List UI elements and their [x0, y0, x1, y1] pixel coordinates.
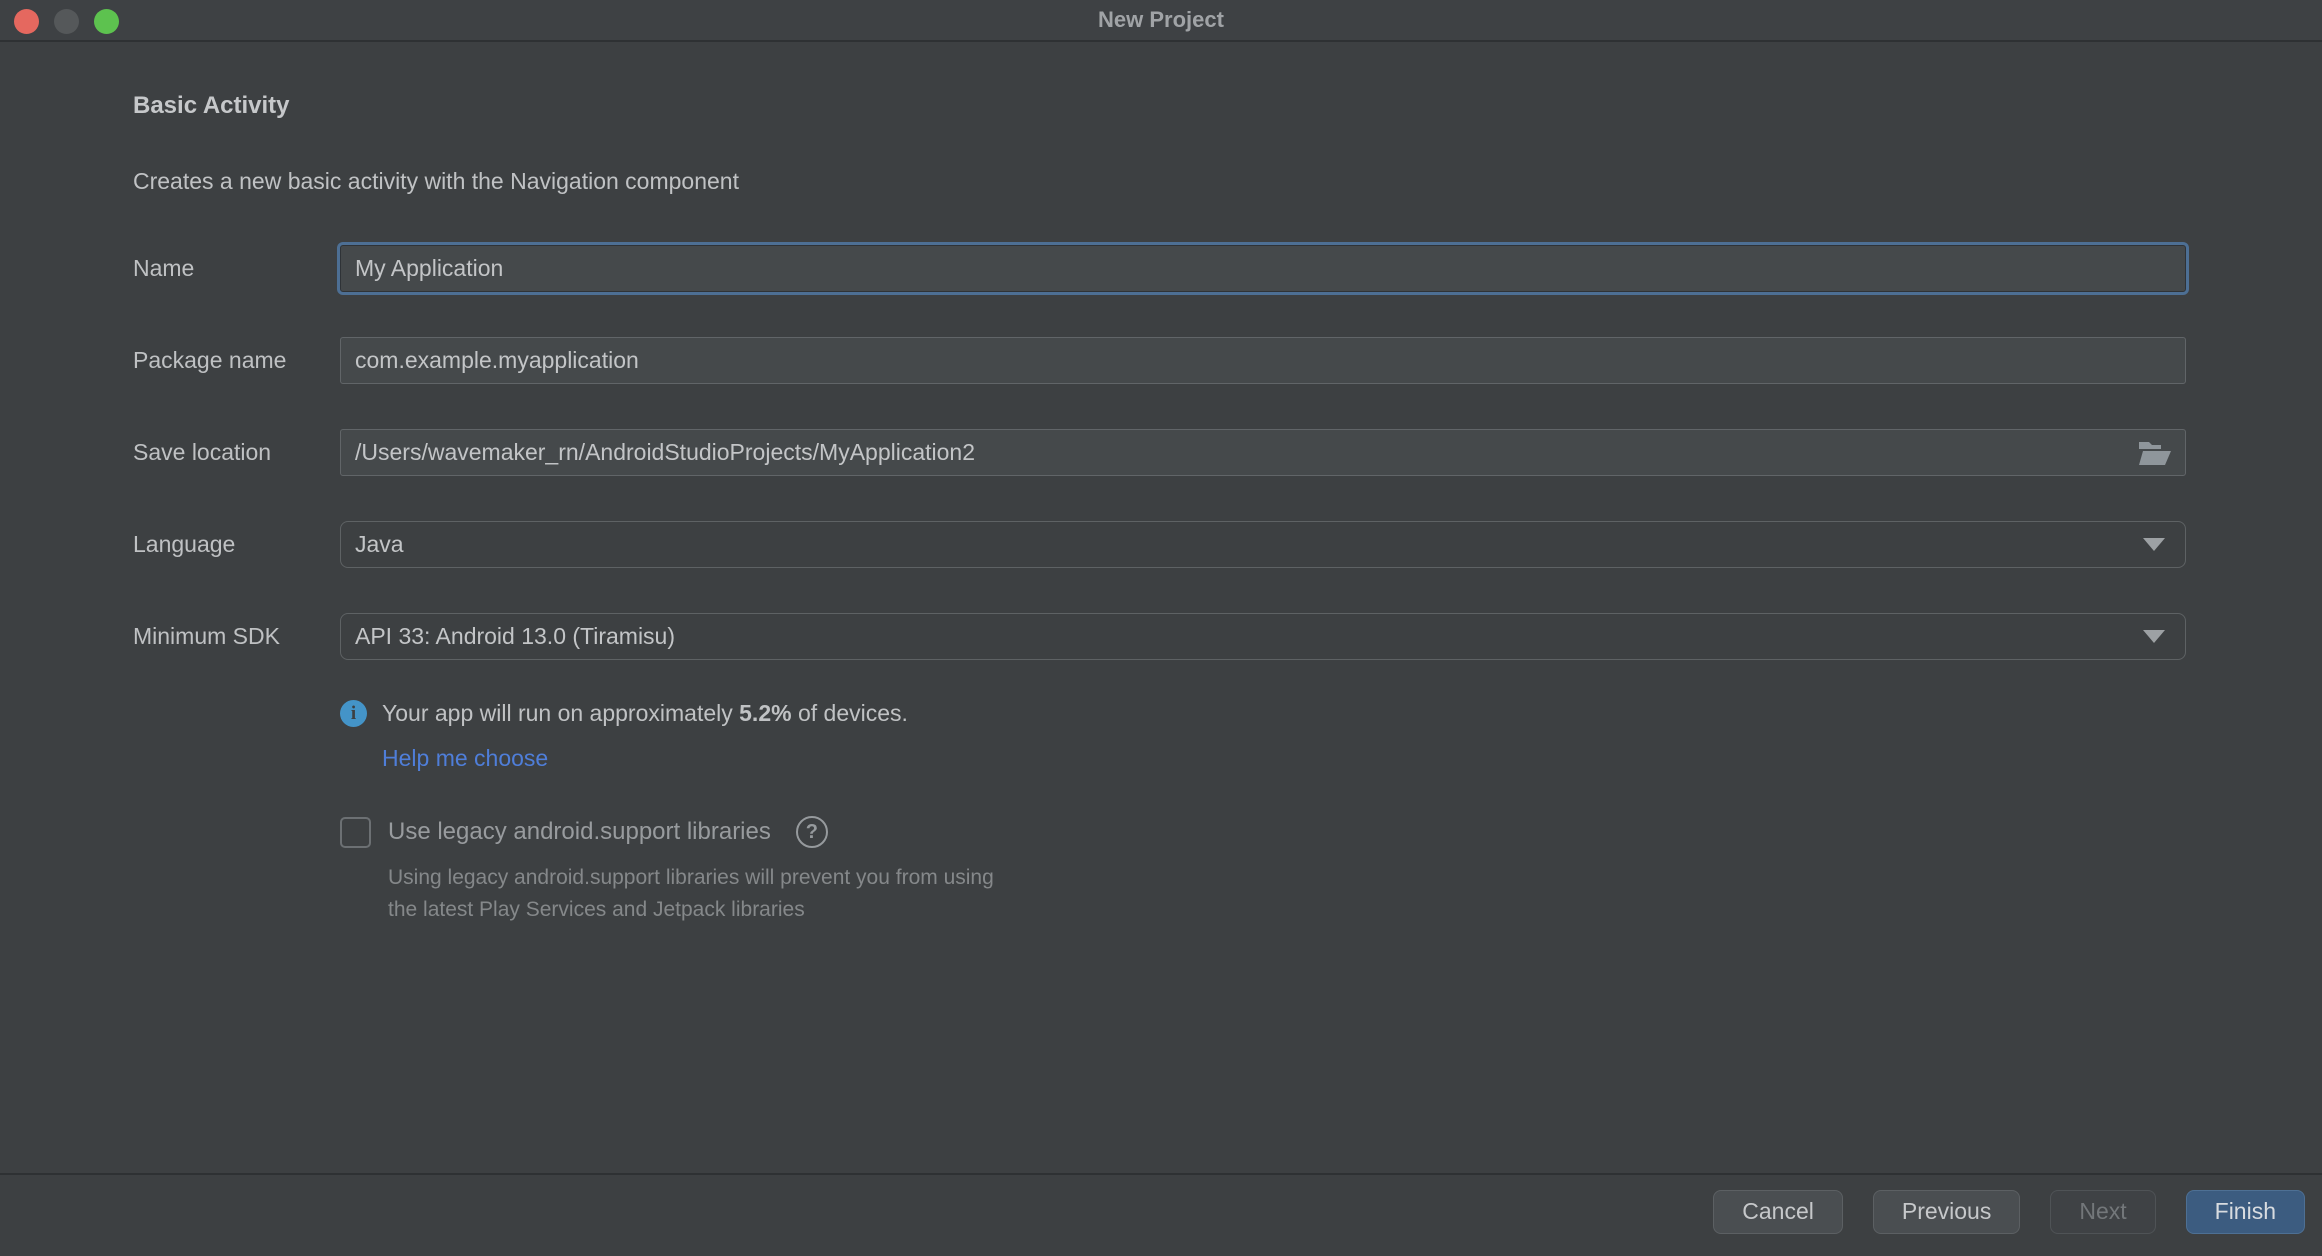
name-input[interactable]: [340, 245, 2186, 292]
info-icon: i: [340, 700, 367, 727]
device-percent: 5.2%: [739, 700, 791, 726]
save-location-label: Save location: [133, 439, 340, 466]
name-row: Name: [133, 245, 2186, 292]
legacy-libraries-row: Use legacy android.support libraries ?: [340, 816, 2186, 848]
minimum-sdk-row: Minimum SDK API 33: Android 13.0 (Tirami…: [133, 613, 2186, 660]
save-location-input[interactable]: [340, 429, 2186, 476]
project-form: Name Package name Save location: [133, 245, 2186, 926]
next-button: Next: [2050, 1190, 2155, 1234]
sdk-info-row: i Your app will run on approximately 5.2…: [340, 700, 2186, 727]
save-location-row: Save location: [133, 429, 2186, 476]
use-legacy-libraries-label: Use legacy android.support libraries: [388, 818, 771, 846]
language-dropdown[interactable]: Java: [340, 521, 2186, 568]
use-legacy-libraries-checkbox[interactable]: [340, 817, 371, 848]
dialog-content: Basic Activity Creates a new basic activ…: [0, 92, 2322, 926]
finish-button[interactable]: Finish: [2186, 1190, 2305, 1234]
chevron-down-icon: [2143, 538, 2165, 551]
open-folder-icon: [2138, 439, 2172, 467]
chevron-down-icon: [2143, 630, 2165, 643]
help-me-choose-link[interactable]: Help me choose: [382, 745, 548, 772]
language-row: Language Java: [133, 521, 2186, 568]
package-name-row: Package name: [133, 337, 2186, 384]
browse-folder-button[interactable]: [2134, 434, 2176, 471]
title-bar: New Project: [0, 0, 2322, 42]
minimize-window-button: [54, 9, 79, 34]
previous-button[interactable]: Previous: [1873, 1190, 2020, 1234]
minimum-sdk-label: Minimum SDK: [133, 623, 340, 650]
dialog-footer: Cancel Previous Next Finish: [0, 1173, 2322, 1256]
help-icon[interactable]: ?: [796, 816, 828, 848]
minimum-sdk-value: API 33: Android 13.0 (Tiramisu): [355, 623, 2143, 650]
window-title: New Project: [1098, 7, 1224, 33]
close-window-button[interactable]: [14, 9, 39, 34]
cancel-button[interactable]: Cancel: [1713, 1190, 1843, 1234]
traffic-lights: [14, 0, 119, 42]
legacy-helper-text: Using legacy android.support libraries w…: [388, 862, 2186, 926]
template-description: Creates a new basic activity with the Na…: [133, 168, 2186, 195]
minimum-sdk-dropdown[interactable]: API 33: Android 13.0 (Tiramisu): [340, 613, 2186, 660]
package-name-input[interactable]: [340, 337, 2186, 384]
name-label: Name: [133, 255, 340, 282]
sdk-info-text: Your app will run on approximately 5.2% …: [382, 700, 908, 727]
package-name-label: Package name: [133, 347, 340, 374]
language-label: Language: [133, 531, 340, 558]
zoom-window-button[interactable]: [94, 9, 119, 34]
new-project-dialog: New Project Basic Activity Creates a new…: [0, 0, 2322, 1256]
template-title: Basic Activity: [133, 92, 2186, 120]
language-value: Java: [355, 531, 2143, 558]
